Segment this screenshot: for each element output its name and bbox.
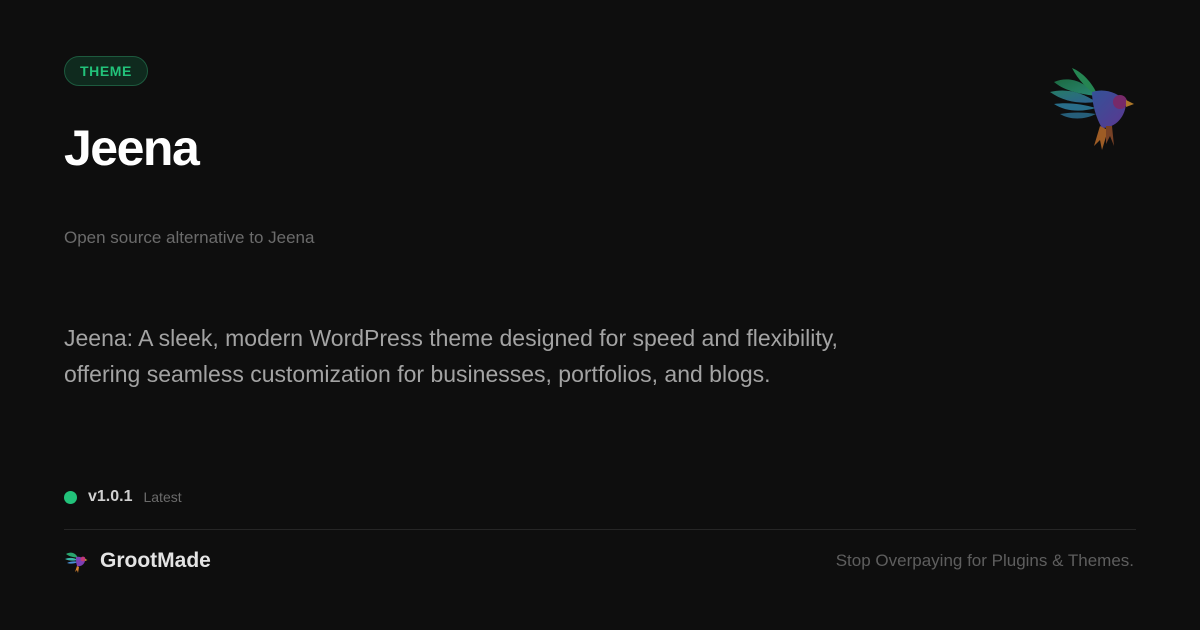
category-badge-label: THEME [80,63,132,79]
product-description: Jeena: A sleek, modern WordPress theme d… [64,325,838,387]
product-title: Jeena [64,120,200,176]
release-status-label: Latest [143,489,182,505]
footer-divider [64,529,1136,530]
bird-logo-icon [1050,68,1134,150]
version-row: v1.0.1 Latest [64,485,182,509]
status-dot-icon [64,490,77,504]
grootmade-logo-icon [65,552,88,573]
version-label: v1.0.1 [88,488,133,505]
og-card: THEME Jeena Open source alternative to J… [0,0,1200,630]
category-badge: THEME [64,56,148,86]
brand-name: GrootMade [100,549,211,572]
brand: GrootMade [64,546,211,576]
product-subtitle: Open source alternative to Jeena [64,228,315,247]
brand-tagline: Stop Overpaying for Plugins & Themes. [835,551,1134,570]
